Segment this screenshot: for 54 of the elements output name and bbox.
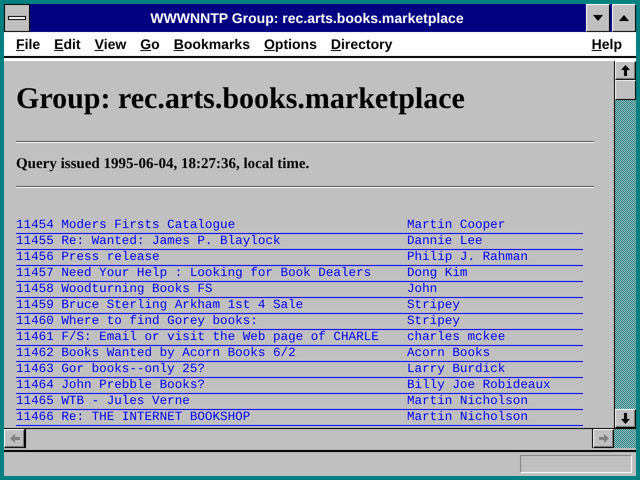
- menu-item[interactable]: Help: [586, 34, 628, 54]
- article-link[interactable]: 11461 F/S: Email or visit the Web page of CHARLE: [16, 330, 407, 344]
- article-link[interactable]: 11456 Press release: [16, 250, 407, 264]
- scroll-thumb[interactable]: [615, 80, 636, 100]
- author-link[interactable]: Martin Nicholson: [407, 394, 528, 408]
- menu-item[interactable]: Go: [134, 34, 166, 54]
- article-link[interactable]: 11458 Woodturning Books FS: [16, 282, 407, 296]
- scroll-left-button[interactable]: [4, 429, 25, 448]
- article-link[interactable]: 11460 Where to find Gorey books:: [16, 314, 407, 328]
- article-link[interactable]: 11465 WTB - Jules Verne: [16, 394, 407, 408]
- menu-item[interactable]: File: [10, 34, 46, 54]
- up-triangle-icon: [619, 15, 629, 21]
- down-triangle-icon: [593, 15, 603, 21]
- menu-item[interactable]: Directory: [324, 34, 398, 54]
- maximize-button[interactable]: [612, 4, 636, 32]
- menu-item[interactable]: Edit: [48, 34, 87, 54]
- article-link[interactable]: 11455 Re: Wanted: James P. Blaylock: [16, 234, 407, 248]
- article-link[interactable]: 11454 Moders Firsts Catalogue: [16, 218, 407, 232]
- author-link[interactable]: Acorn Books: [407, 346, 490, 360]
- article-link[interactable]: 11464 John Prebble Books?: [16, 378, 407, 392]
- author-link[interactable]: charles mckee: [407, 330, 506, 344]
- article-link[interactable]: 11459 Bruce Sterling Arkham 1st 4 Sale: [16, 298, 407, 312]
- page-heading: Group: rec.arts.books.marketplace: [16, 81, 466, 117]
- author-link[interactable]: Dong Kim: [407, 266, 468, 280]
- menu-item[interactable]: Options: [258, 34, 323, 54]
- scrollbar-corner: [614, 429, 636, 448]
- scroll-down-button[interactable]: [615, 409, 636, 428]
- author-link[interactable]: Larry Burdick: [407, 362, 506, 376]
- menu-item[interactable]: Bookmarks: [168, 34, 256, 54]
- scroll-right-button[interactable]: [593, 429, 614, 448]
- system-menu-button[interactable]: [4, 4, 30, 32]
- up-arrow-icon: [621, 65, 630, 76]
- author-link[interactable]: Philip J. Rahman: [407, 250, 528, 264]
- menu-item[interactable]: View: [88, 34, 132, 54]
- right-arrow-icon: [598, 434, 608, 443]
- left-arrow-icon: [10, 434, 20, 443]
- down-arrow-icon: [621, 413, 630, 424]
- author-link[interactable]: John: [407, 282, 438, 296]
- article-link[interactable]: 11457 Need Your Help : Looking for Book Dealers: [16, 266, 407, 280]
- scroll-up-button[interactable]: [615, 61, 636, 80]
- window-title: WWWNNTP Group: rec.arts.books.marketplace: [149, 9, 465, 28]
- query-text: Query issued 1995-06-04, 18:27:36, local time.: [16, 155, 310, 174]
- author-link[interactable]: Stripey: [407, 314, 460, 328]
- vertical-scrollbar[interactable]: [614, 61, 636, 428]
- author-link[interactable]: Stripey: [407, 298, 460, 312]
- article-link[interactable]: 11463 Gor books--only 25?: [16, 362, 407, 376]
- minimize-button[interactable]: [586, 4, 610, 32]
- author-link[interactable]: Martin Nicholson: [407, 410, 528, 424]
- author-link[interactable]: Martin Cooper: [407, 218, 506, 232]
- author-link[interactable]: Dannie Lee: [407, 234, 483, 248]
- article-link[interactable]: 11466 Re: THE INTERNET BOOKSHOP: [16, 410, 407, 424]
- article-link[interactable]: 11462 Books Wanted by Acorn Books 6/2: [16, 346, 407, 360]
- horizontal-scrollbar[interactable]: [4, 428, 636, 448]
- author-link[interactable]: Billy Joe Robideaux: [407, 378, 551, 392]
